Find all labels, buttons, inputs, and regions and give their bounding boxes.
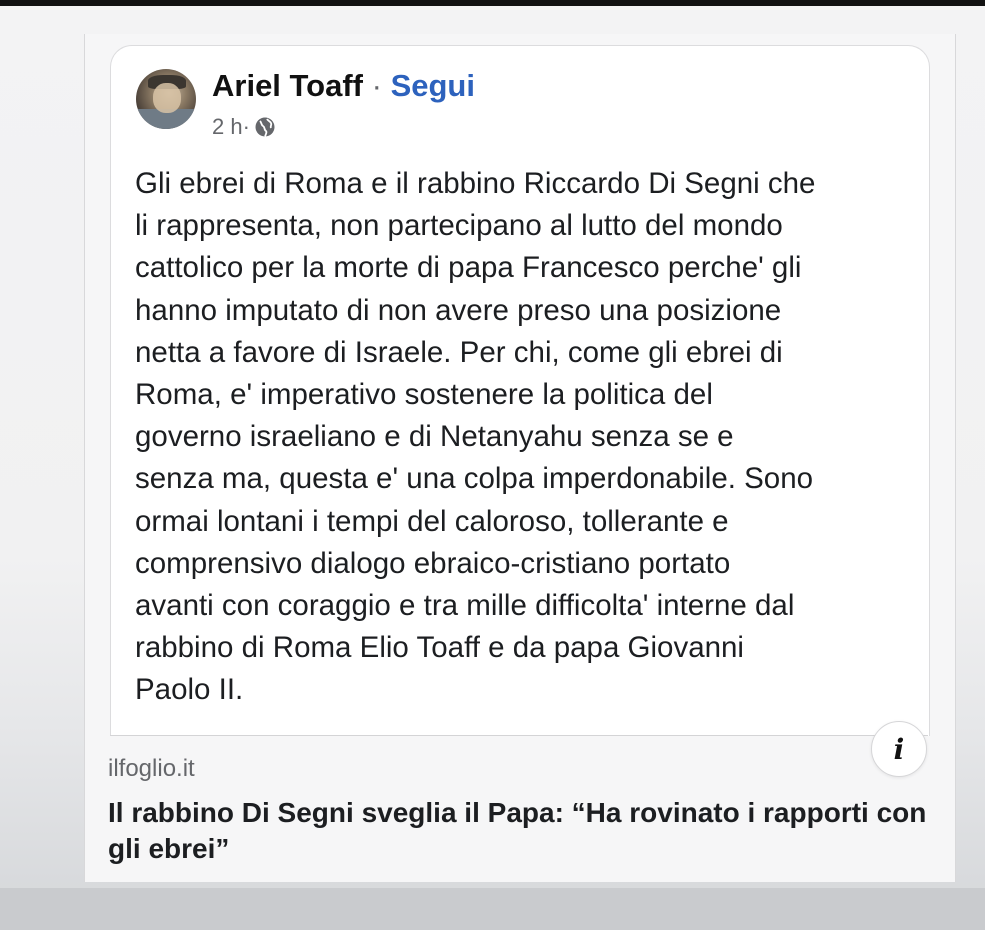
post-card: Ariel Toaff · Segui 2 h · Gli ebrei di R… [110,45,930,736]
meta-separator: · [242,114,250,139]
follow-button[interactable]: Segui [391,68,475,103]
post-time[interactable]: 2 h [212,114,243,140]
author-name[interactable]: Ariel Toaff [212,68,363,103]
author-avatar[interactable] [136,69,196,129]
link-domain[interactable]: ilfoglio.it [108,754,195,784]
link-preview-divider [110,735,928,736]
post-body-text: Gli ebrei di Roma e il rabbino Riccardo … [135,167,816,707]
link-title[interactable]: Il rabbino Di Segni sveglia il Papa: “Ha… [108,795,928,867]
bottom-frame-strip [0,888,985,930]
post-meta: 2 h · [212,114,276,140]
post-header: Ariel Toaff · Segui [212,66,475,106]
top-frame-bar [0,0,985,6]
header-separator: · [363,68,391,103]
info-icon[interactable]: i [871,721,927,777]
globe-icon[interactable] [254,116,276,138]
